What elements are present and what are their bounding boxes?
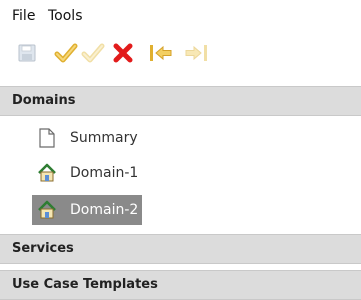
save-icon bbox=[18, 44, 36, 62]
section-domains[interactable]: Domains bbox=[0, 86, 361, 116]
section-services[interactable]: Services bbox=[0, 234, 361, 264]
section-use-case-templates[interactable]: Use Case Templates bbox=[0, 270, 361, 300]
tree-item-domain-2-label: Domain-2 bbox=[70, 202, 139, 218]
tree-item-domain-1[interactable]: Domain-1 bbox=[32, 158, 142, 188]
house-icon bbox=[36, 162, 58, 184]
tree-item-summary[interactable]: Summary bbox=[32, 123, 142, 153]
tree-item-domain-2[interactable]: Domain-2 bbox=[32, 195, 143, 225]
delete-icon bbox=[113, 43, 133, 63]
menu-file[interactable]: File bbox=[12, 8, 35, 24]
document-icon bbox=[36, 127, 58, 149]
tree-item-summary-label: Summary bbox=[70, 130, 138, 146]
move-right-button[interactable] bbox=[183, 40, 209, 66]
tree-item-domain-1-label: Domain-1 bbox=[70, 165, 139, 181]
accept-all-button[interactable] bbox=[80, 40, 106, 66]
delete-button[interactable] bbox=[110, 40, 136, 66]
move-left-icon bbox=[150, 45, 172, 61]
menu-tools[interactable]: Tools bbox=[48, 8, 83, 24]
toolbar bbox=[0, 36, 361, 76]
move-right-icon bbox=[185, 45, 207, 61]
move-left-button[interactable] bbox=[148, 40, 174, 66]
save-button[interactable] bbox=[14, 40, 40, 66]
section-services-label: Services bbox=[12, 241, 74, 256]
house-icon bbox=[36, 199, 58, 221]
section-use-case-templates-label: Use Case Templates bbox=[12, 277, 158, 292]
check-icon bbox=[54, 43, 78, 63]
check-icon bbox=[81, 43, 105, 63]
menu-bar: File Tools bbox=[0, 0, 361, 34]
accept-button[interactable] bbox=[53, 40, 79, 66]
section-domains-label: Domains bbox=[12, 93, 76, 108]
